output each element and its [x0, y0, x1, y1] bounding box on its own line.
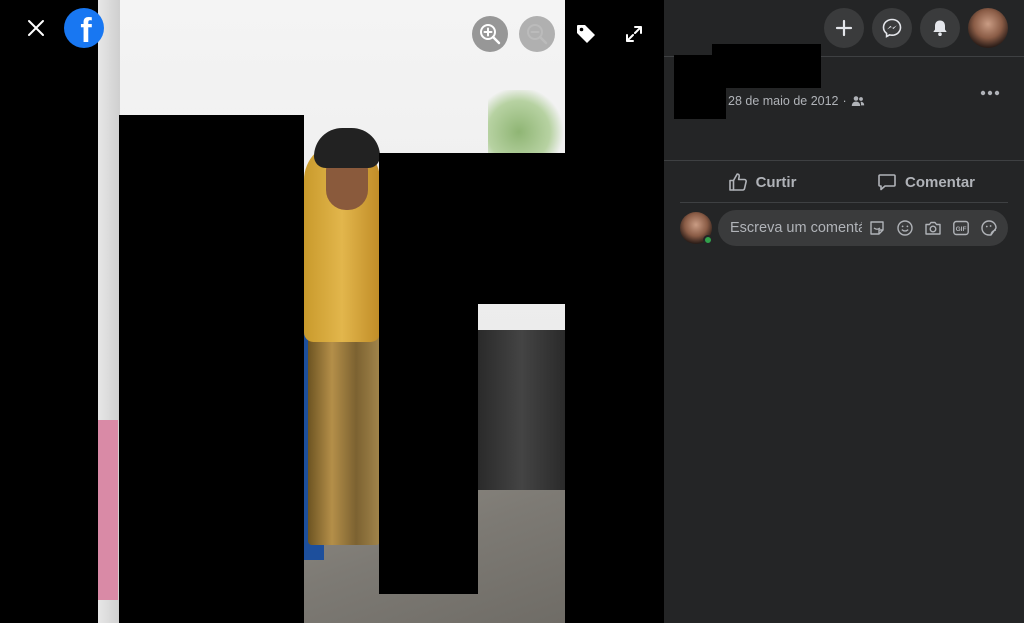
zoom-out-icon — [527, 24, 548, 45]
like-label: Curtir — [755, 173, 797, 191]
redaction-block — [119, 115, 304, 623]
post-header: 28 de maio de 2012 · — [664, 44, 1024, 161]
comment-icon — [878, 174, 896, 191]
messenger-icon — [882, 18, 902, 38]
notifications-button[interactable] — [920, 8, 960, 48]
more-options-button[interactable] — [974, 81, 1006, 105]
gif-button[interactable]: GIF — [952, 219, 970, 237]
sticker-icon — [870, 221, 884, 235]
post-date[interactable]: 28 de maio de 2012 — [728, 94, 839, 108]
comment-composer: GIF — [680, 210, 1008, 246]
emoji-button[interactable] — [896, 219, 914, 237]
zoom-in-button[interactable] — [472, 16, 508, 52]
comment-input[interactable] — [730, 210, 862, 246]
tag-photo-button[interactable] — [572, 20, 600, 48]
close-icon — [28, 20, 44, 36]
tag-icon — [577, 25, 595, 43]
sticker-button[interactable] — [868, 219, 886, 237]
post-meta: 28 de maio de 2012 · — [728, 94, 865, 108]
messenger-button[interactable] — [872, 8, 912, 48]
post-actions: Curtir Comentar — [680, 162, 1008, 203]
profile-avatar[interactable] — [968, 8, 1008, 48]
camera-icon — [925, 221, 941, 235]
fullscreen-icon — [626, 26, 642, 42]
svg-text:GIF: GIF — [956, 226, 967, 233]
comment-label: Comentar — [904, 173, 975, 191]
redaction-block — [674, 55, 726, 119]
like-button[interactable]: Curtir — [680, 162, 844, 202]
friends-icon[interactable] — [851, 95, 865, 107]
more-options-icon — [980, 90, 1000, 96]
photo-viewer: f — [0, 0, 664, 623]
photo-tree — [488, 90, 565, 160]
emoji-icon — [897, 220, 913, 236]
avatar-sticker-button[interactable] — [980, 219, 998, 237]
redaction-block — [379, 304, 478, 594]
photo-headwear — [314, 128, 380, 168]
gif-icon: GIF — [953, 220, 969, 236]
post-details-panel: 28 de maio de 2012 · Curtir Comentar Esc… — [664, 0, 1024, 623]
facebook-logo-icon[interactable]: f — [64, 8, 104, 48]
avatar-sticker-icon — [981, 220, 997, 236]
facebook-logo-letter: f — [80, 12, 92, 48]
like-icon — [728, 173, 747, 191]
separator-dot: · — [842, 94, 847, 108]
create-button[interactable] — [824, 8, 864, 48]
fullscreen-button[interactable] — [620, 20, 648, 48]
photo-viewer-page: f 28 de maio de 2012 · Curtir Comentar E… — [0, 0, 1024, 623]
photo-person-left — [98, 420, 118, 600]
close-button[interactable] — [20, 12, 52, 44]
zoom-in-icon — [480, 24, 501, 45]
photo-person-right — [478, 330, 565, 490]
zoom-out-button[interactable] — [519, 16, 555, 52]
comment-button[interactable]: Comentar — [844, 162, 1008, 202]
camera-button[interactable] — [924, 219, 942, 237]
comment-input-container[interactable]: GIF — [718, 210, 1008, 246]
plus-icon — [835, 19, 853, 37]
online-status-indicator — [703, 235, 713, 245]
redaction-block — [712, 44, 821, 88]
notifications-bell-icon — [933, 20, 947, 36]
redaction-block — [379, 153, 565, 304]
